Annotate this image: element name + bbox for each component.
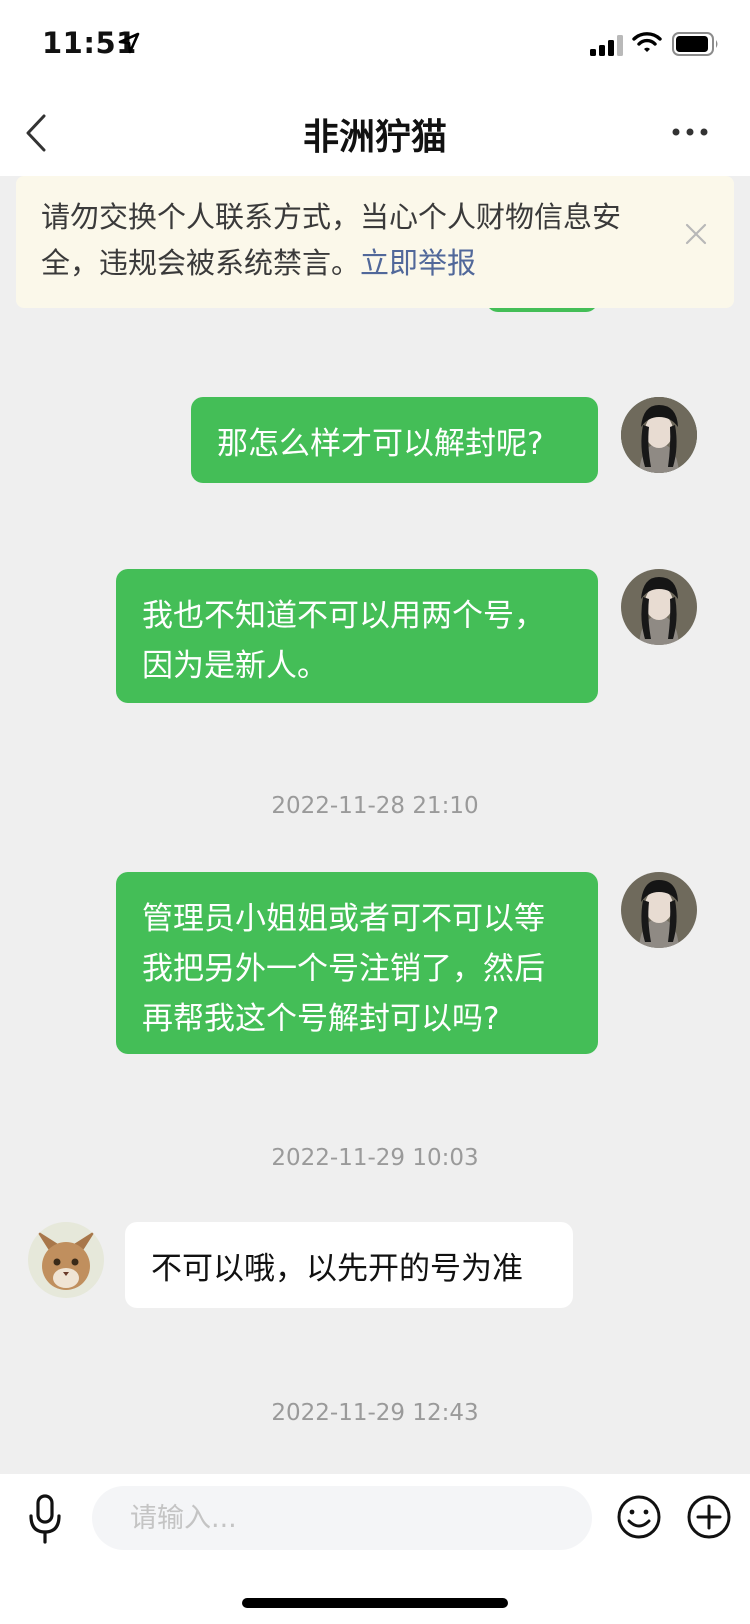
avatar[interactable] bbox=[621, 397, 697, 473]
message-text: 我也不知道不可以用两个号，因为是新人。 bbox=[142, 598, 545, 684]
more-dots-icon[interactable] bbox=[670, 120, 710, 144]
home-indicator bbox=[242, 1598, 508, 1608]
avatar[interactable] bbox=[28, 1222, 104, 1298]
message-bubble[interactable]: 不可以哦，以先开的号为准 bbox=[125, 1222, 573, 1308]
signal-icon bbox=[590, 35, 623, 56]
navigation-bar: 非洲狞猫 bbox=[0, 90, 750, 176]
message-text: 管理员小姐姐或者可不可以等我把另外一个号注销了，然后再帮我这个号解封可以吗? bbox=[142, 901, 545, 1037]
location-arrow-icon bbox=[118, 32, 140, 54]
timestamp: 2022-11-29 12:43 bbox=[271, 1400, 479, 1426]
timestamp: 2022-11-29 10:03 bbox=[271, 1145, 479, 1171]
wifi-icon bbox=[632, 32, 662, 52]
message-input[interactable] bbox=[92, 1486, 592, 1550]
safety-notice: 请勿交换个人联系方式，当心个人财物信息安全，违规会被系统禁言。立即举报 bbox=[16, 176, 734, 308]
close-icon[interactable] bbox=[684, 222, 708, 246]
avatar[interactable] bbox=[621, 872, 697, 948]
page-title: 非洲狞猫 bbox=[302, 117, 447, 158]
microphone-icon[interactable] bbox=[28, 1494, 62, 1544]
message-text: 那怎么样才可以解封呢? bbox=[217, 426, 544, 462]
status-bar: 11:51 bbox=[0, 0, 750, 90]
battery-icon bbox=[672, 32, 718, 56]
message-bubble[interactable]: 管理员小姐姐或者可不可以等我把另外一个号注销了，然后再帮我这个号解封可以吗? bbox=[116, 872, 598, 1054]
message-bubble[interactable]: 那怎么样才可以解封呢? bbox=[191, 397, 598, 483]
plus-icon[interactable] bbox=[686, 1494, 732, 1540]
notice-text: 请勿交换个人联系方式，当心个人财物信息安全，违规会被系统禁言。 bbox=[41, 200, 622, 280]
emoji-icon[interactable] bbox=[616, 1494, 662, 1540]
report-link[interactable]: 立即举报 bbox=[360, 246, 476, 280]
avatar[interactable] bbox=[621, 569, 697, 645]
chat-area[interactable]: 那怎么样才可以解封呢? 我也不知道不可以用两个号，因为是新人。 2022-11-… bbox=[0, 176, 750, 1474]
message-text: 不可以哦，以先开的号为准 bbox=[151, 1251, 523, 1287]
timestamp: 2022-11-28 21:10 bbox=[271, 793, 479, 819]
message-bubble[interactable]: 我也不知道不可以用两个号，因为是新人。 bbox=[116, 569, 598, 703]
